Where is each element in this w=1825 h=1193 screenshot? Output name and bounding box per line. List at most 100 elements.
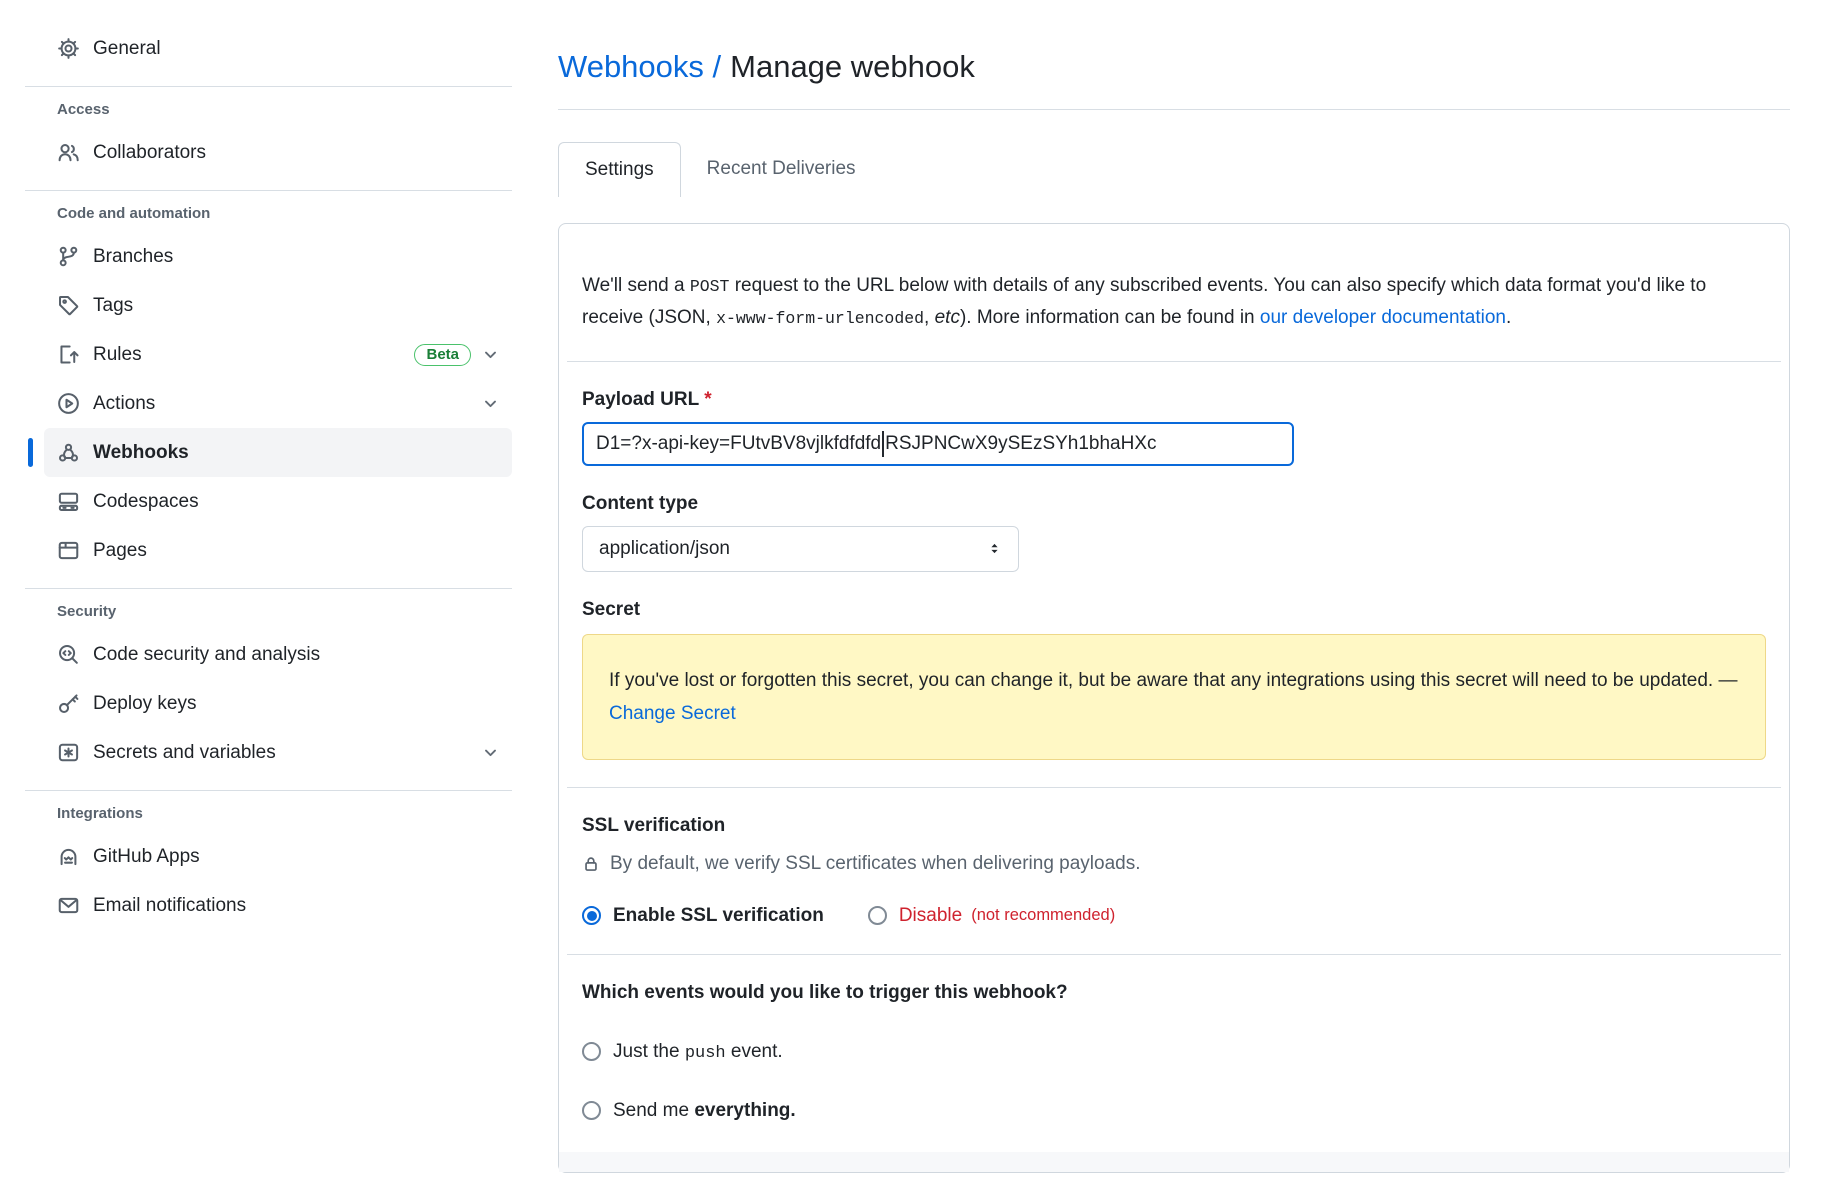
sidebar-item-label: Tags — [93, 295, 500, 317]
disable-ssl-radio[interactable] — [868, 906, 887, 925]
intro-segment: . — [1506, 307, 1511, 328]
intro-segment: We'll send a — [582, 275, 690, 296]
payload-url-label: Payload URL* — [582, 389, 1766, 411]
intro-segment: ). More information can be found in — [960, 307, 1260, 328]
label-segment: event. — [726, 1041, 783, 1062]
tab-recent-deliveries[interactable]: Recent Deliveries — [681, 142, 882, 197]
sidebar-item-label: Codespaces — [93, 491, 500, 513]
ssl-note-text: By default, we verify SSL certificates w… — [610, 853, 1141, 875]
just-push-radio[interactable] — [582, 1042, 601, 1061]
ssl-verification-heading: SSL verification — [582, 815, 1766, 837]
sidebar-item-pages[interactable]: Pages — [44, 526, 512, 575]
header-divider — [558, 109, 1790, 110]
disable-ssl-label: Disable — [899, 905, 962, 927]
sidebar-item-rules[interactable]: RulesBeta — [44, 330, 512, 379]
key-icon — [57, 692, 80, 715]
event-option-everything: Send me everything. — [582, 1100, 1766, 1122]
label-segment: Just the — [613, 1041, 685, 1062]
push-code: push — [685, 1044, 726, 1063]
secret-warning-text: If you've lost or forgotten this secret,… — [609, 670, 1737, 691]
payload-url-value-after: RSJPNCwX9ySEzSYh1bhaHXc — [885, 433, 1156, 455]
content-type-value: application/json — [599, 538, 730, 560]
ssl-note: By default, we verify SSL certificates w… — [582, 853, 1766, 875]
sidebar-section-title: Access — [57, 101, 512, 118]
sidebar-item-code-security-and-analysis[interactable]: Code security and analysis — [44, 630, 512, 679]
main-content: Webhooks / Manage webhook SettingsRecent … — [558, 0, 1790, 1193]
sidebar-item-label: Pages — [93, 540, 500, 562]
sidebar-item-label: Deploy keys — [93, 693, 500, 715]
chevron-down-icon — [481, 743, 500, 762]
sidebar-divider — [25, 588, 512, 589]
sidebar-item-branches[interactable]: Branches — [44, 232, 512, 281]
sidebar-item-label: Rules — [93, 344, 414, 366]
secret-warning-box: If you've lost or forgotten this secret,… — [582, 634, 1766, 760]
code-scan-icon — [57, 643, 80, 666]
sidebar-divider — [25, 86, 512, 87]
intro-text: We'll send a POST request to the URL bel… — [582, 270, 1766, 334]
app-icon — [57, 845, 80, 868]
post-code: POST — [690, 277, 730, 296]
everything-bold: everything. — [694, 1100, 795, 1121]
change-secret-link[interactable]: Change Secret — [609, 703, 736, 724]
tag-icon — [57, 294, 80, 317]
sidebar-item-github-apps[interactable]: GitHub Apps — [44, 832, 512, 881]
intro-etc: etc — [935, 307, 960, 328]
just-push-label: Just the push event. — [613, 1041, 783, 1063]
sidebar-item-label: General — [93, 38, 500, 60]
sidebar-item-label: Secrets and variables — [93, 742, 481, 764]
sidebar-divider — [25, 190, 512, 191]
sidebar-divider — [25, 790, 512, 791]
sidebar-item-label: Actions — [93, 393, 481, 415]
tab-bar: SettingsRecent Deliveries — [558, 142, 1790, 197]
sidebar-item-label: Code security and analysis — [93, 644, 500, 666]
event-option-push: Just the push event. — [582, 1041, 1766, 1063]
sidebar-item-collaborators[interactable]: Collaborators — [44, 128, 512, 177]
sidebar-item-label: GitHub Apps — [93, 846, 500, 868]
payload-url-label-text: Payload URL — [582, 389, 699, 410]
browser-icon — [57, 539, 80, 562]
settings-sidebar: General Access Collaborators Code and autom… — [0, 0, 512, 1193]
developer-documentation-link[interactable]: our developer documentation — [1260, 307, 1506, 328]
enable-ssl-radio[interactable] — [582, 906, 601, 925]
page-title-text: Manage webhook — [730, 49, 975, 84]
play-icon — [57, 392, 80, 415]
secret-label: Secret — [582, 599, 1766, 621]
section-divider — [567, 954, 1781, 955]
send-everything-radio[interactable] — [582, 1101, 601, 1120]
rules-icon — [57, 343, 80, 366]
disable-ssl-note: (not recommended) — [971, 906, 1115, 925]
required-asterisk: * — [704, 389, 711, 410]
payload-url-input[interactable]: D1=?x-api-key=FUtvBV8vjlkfdfdfdRSJPNCwX9… — [582, 422, 1294, 466]
sidebar-item-codespaces[interactable]: Codespaces — [44, 477, 512, 526]
tab-settings[interactable]: Settings — [558, 142, 681, 197]
sidebar-section-title: Integrations — [57, 805, 512, 822]
sidebar-item-secrets-and-variables[interactable]: Secrets and variables — [44, 728, 512, 777]
sidebar-item-label: Collaborators — [93, 142, 500, 164]
sidebar-item-webhooks[interactable]: Webhooks — [44, 428, 512, 477]
sidebar-item-tags[interactable]: Tags — [44, 281, 512, 330]
section-divider — [567, 361, 1781, 362]
people-icon — [57, 141, 80, 164]
ssl-radio-group: Enable SSL verification Disable (not rec… — [582, 905, 1766, 927]
page-title: Webhooks / Manage webhook — [558, 47, 1790, 87]
text-cursor — [882, 431, 884, 457]
label-segment: Send me — [613, 1100, 694, 1121]
sidebar-item-label: Email notifications — [93, 895, 500, 917]
breadcrumb-webhooks-link[interactable]: Webhooks / — [558, 49, 721, 84]
codespaces-icon — [57, 490, 80, 513]
enable-ssl-label: Enable SSL verification — [613, 905, 824, 927]
sidebar-item-actions[interactable]: Actions — [44, 379, 512, 428]
asterisk-icon — [57, 741, 80, 764]
chevron-down-icon — [481, 345, 500, 364]
sidebar-item-deploy-keys[interactable]: Deploy keys — [44, 679, 512, 728]
content-type-label: Content type — [582, 493, 1766, 515]
sidebar-item-general[interactable]: General — [44, 24, 512, 73]
content-type-select[interactable]: application/json — [582, 526, 1019, 572]
sidebar-item-label: Webhooks — [93, 442, 500, 464]
lock-icon — [582, 855, 600, 873]
select-updown-icon — [987, 541, 1002, 556]
gear-icon — [57, 37, 80, 60]
sidebar-item-email-notifications[interactable]: Email notifications — [44, 881, 512, 930]
sidebar-item-label: Branches — [93, 246, 500, 268]
sidebar-section-title: Code and automation — [57, 205, 512, 222]
